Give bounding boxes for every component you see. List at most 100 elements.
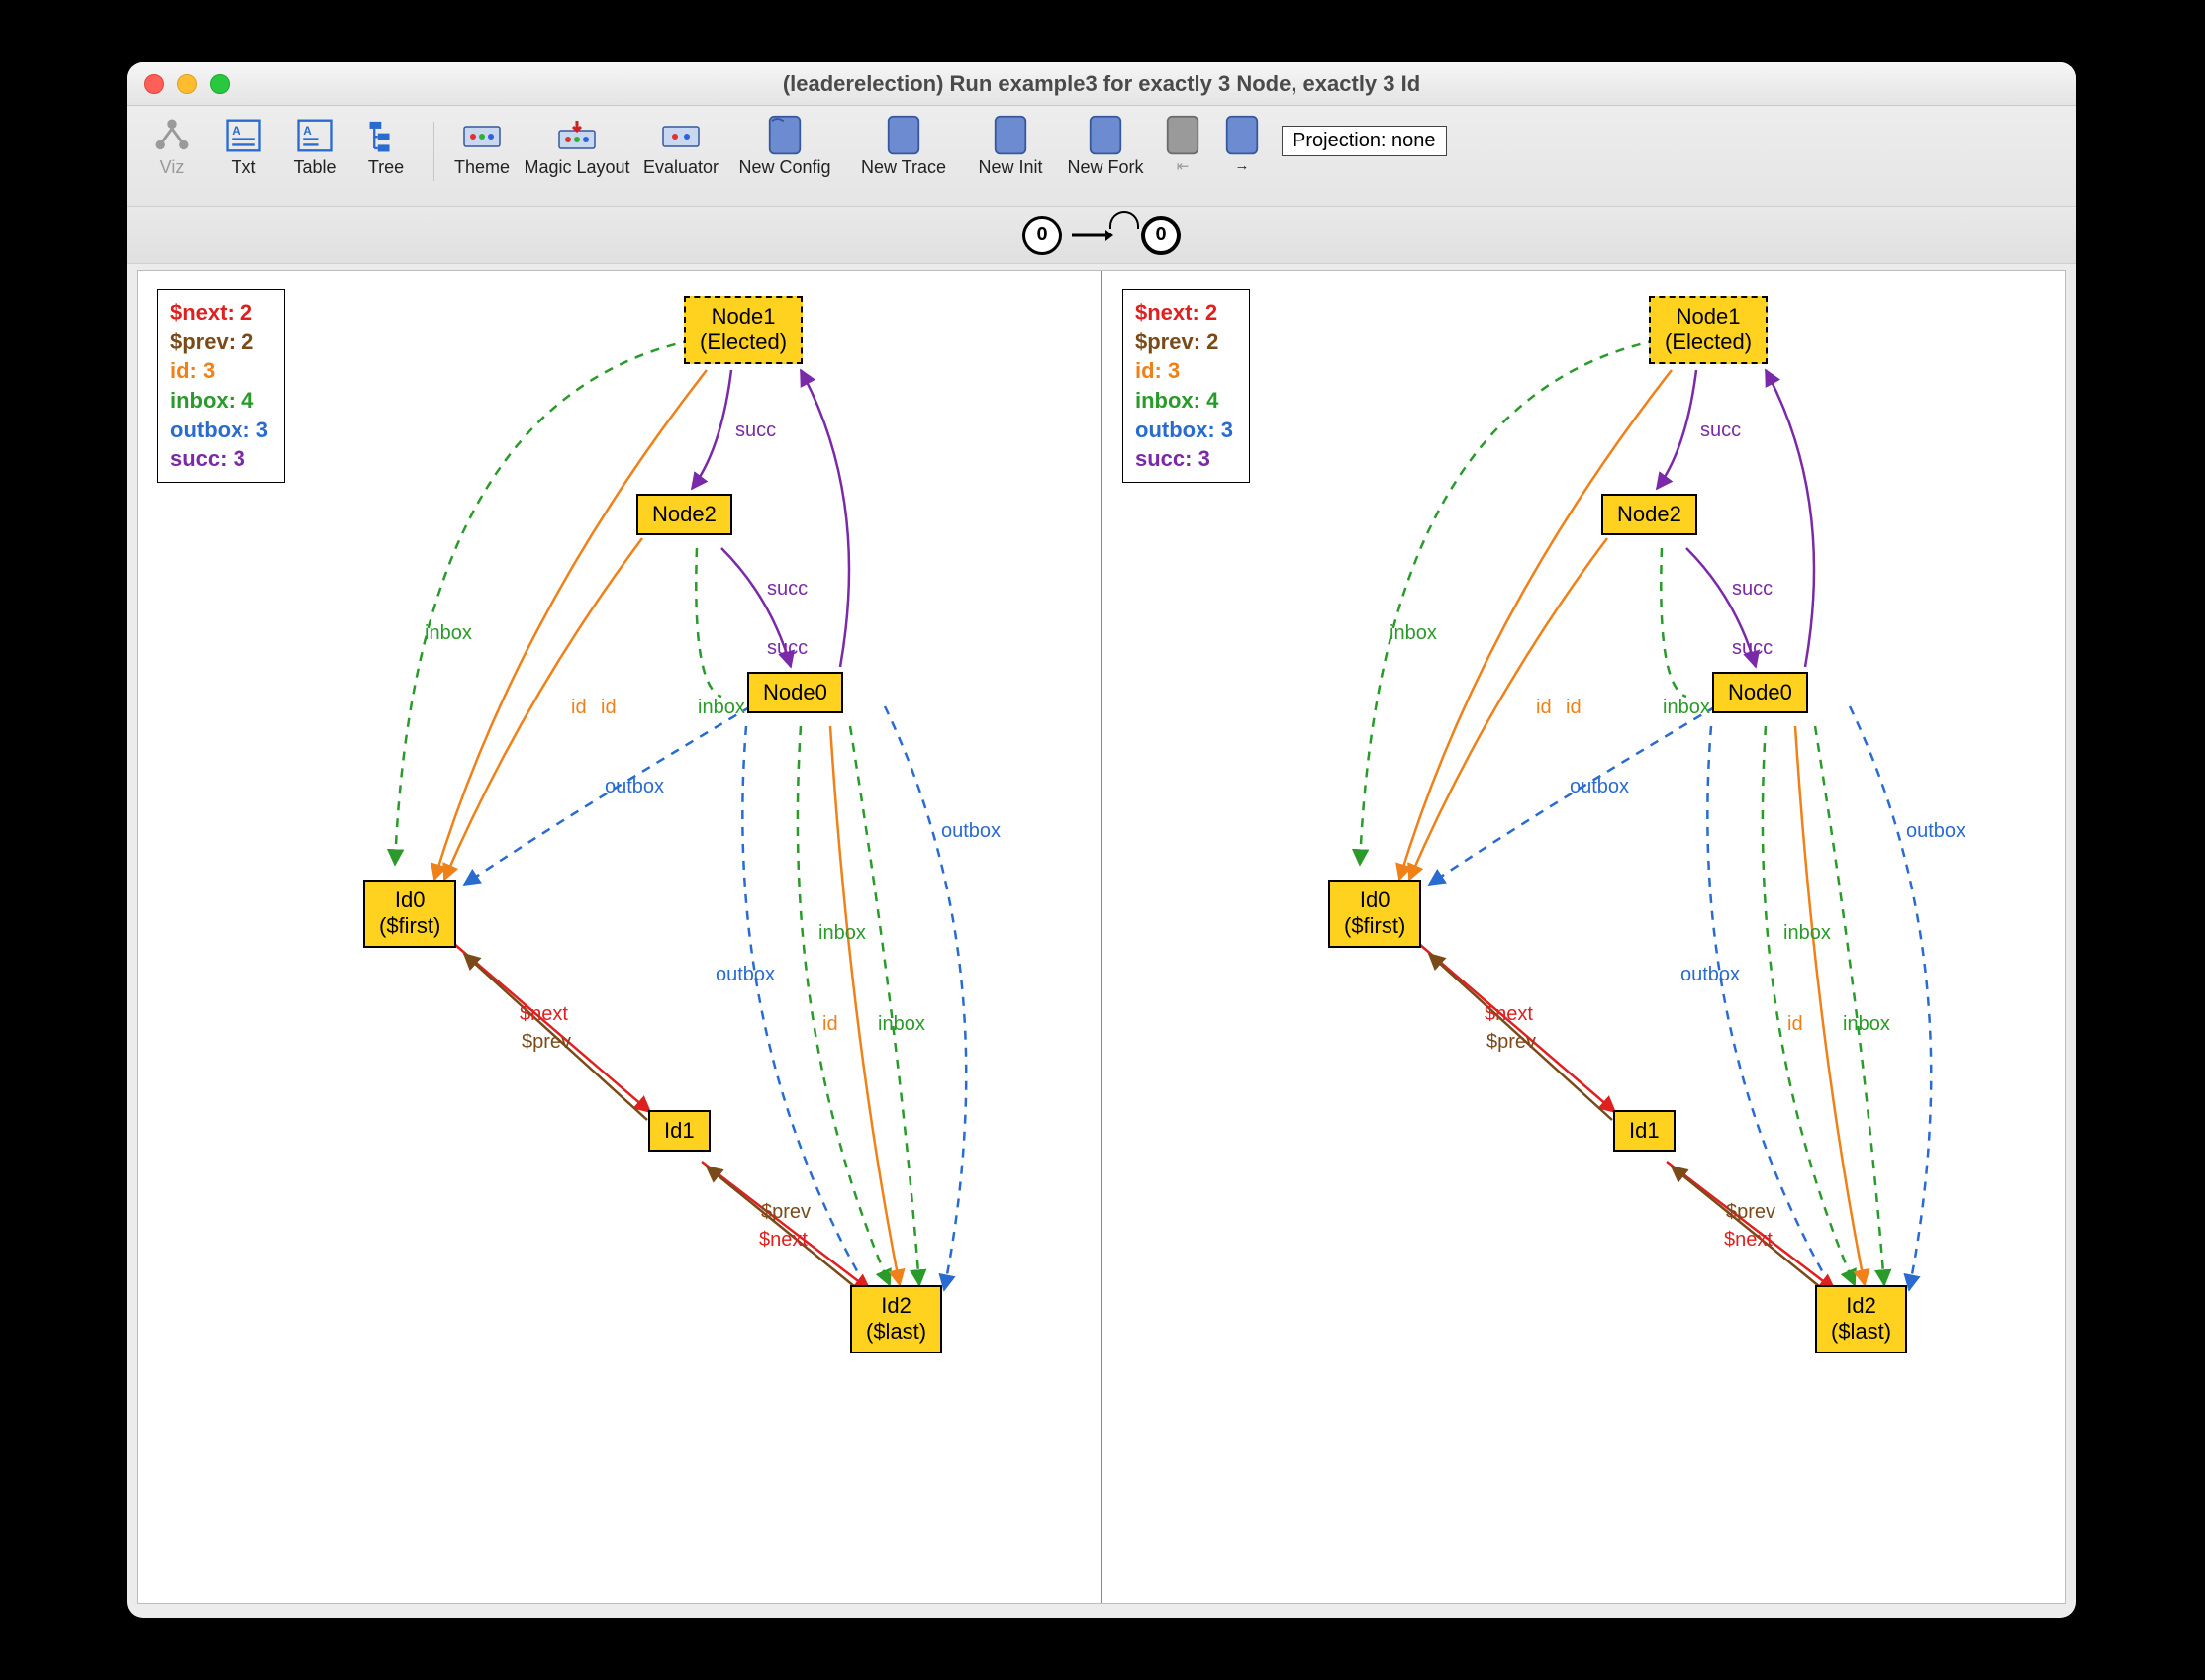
new-init-button[interactable]: New Init [963,112,1058,178]
txt-icon: A [224,116,263,155]
tab-label: New Config [738,157,830,178]
graph-node-id1[interactable]: Id1 [1613,1110,1676,1152]
edge-label: id [571,697,587,719]
graph-node-node0[interactable]: Node0 [747,672,843,713]
edge-label: inbox [1843,1013,1890,1036]
edge-label: inbox [878,1013,925,1036]
legend-next: $next: 2 [1135,298,1233,327]
arrow-icon [1072,228,1113,243]
edge-label: id [1536,697,1552,719]
tab-label: Viz [160,157,185,178]
graph-pane-right[interactable]: $next: 2 $prev: 2 id: 3 inbox: 4 outbox:… [1101,271,2065,1603]
edge-label: id [1566,697,1582,719]
tab-viz[interactable]: Viz [137,112,208,178]
scroll-icon [765,116,805,155]
legend: $next: 2 $prev: 2 id: 3 inbox: 4 outbox:… [1122,289,1250,483]
node-label: Node2 [1617,502,1681,526]
node-label: Node2 [652,502,717,526]
tab-label: Tree [368,157,404,178]
node-label: Node1 [1677,304,1741,328]
window-title: (leaderelection) Run example3 for exactl… [127,71,2076,97]
node-label: Id2 [1846,1293,1876,1318]
legend-inbox: inbox: 4 [170,386,268,416]
node-sublabel: ($first) [379,913,440,938]
tab-label: Theme [454,157,510,178]
tree-icon [366,116,406,155]
legend-outbox: outbox: 3 [170,416,268,445]
edge-label: inbox [425,622,472,645]
loop-icon [1109,211,1139,229]
evaluator-button[interactable]: Evaluator [636,112,725,178]
trace-bar: 0 0 [127,207,2076,264]
tab-table[interactable]: A Table [279,112,350,178]
edge-label: outbox [1680,964,1740,986]
scroll-icon [1086,116,1125,155]
zoom-icon[interactable] [210,74,230,94]
edge-label: outbox [605,776,664,798]
node-label: Id1 [1629,1118,1660,1143]
node-label: Node0 [1728,680,1792,704]
nav-first-button[interactable]: ⇤ [1153,112,1212,178]
graph-node-id2[interactable]: Id2 ($last) [850,1285,942,1353]
edge-label: $prev [761,1201,811,1224]
nav-next-button[interactable]: → [1212,112,1272,178]
edge-label: succ [1732,578,1773,601]
graph-node-node0[interactable]: Node0 [1712,672,1808,713]
graph-node-node2[interactable]: Node2 [1601,494,1697,535]
edge-label: id [1787,1013,1803,1036]
graph-pane-left[interactable]: $next: 2 $prev: 2 id: 3 inbox: 4 outbox:… [138,271,1101,1603]
graph-node-id0[interactable]: Id0 ($first) [363,880,456,948]
magic-layout-icon [557,116,597,155]
node-sublabel: (Elected) [1665,329,1752,354]
tab-label: Magic Layout [524,157,629,178]
graph-node-id1[interactable]: Id1 [648,1110,711,1152]
tab-label: Table [293,157,336,178]
tab-tree[interactable]: Tree [350,112,422,178]
legend-prev: $prev: 2 [1135,327,1233,357]
edge-label: outbox [941,820,1001,843]
state-0[interactable]: 0 [1022,216,1062,255]
edge-label: inbox [1390,622,1437,645]
scroll-icon [884,116,923,155]
edge-label: $prev [1726,1201,1775,1224]
traffic-lights [127,74,230,94]
minimize-icon[interactable] [177,74,197,94]
scroll-icon [991,116,1030,155]
close-icon[interactable] [144,74,164,94]
new-fork-button[interactable]: New Fork [1058,112,1153,178]
tab-label: Evaluator [643,157,719,178]
tab-label: → [1235,157,1250,174]
graph-node-id0[interactable]: Id0 ($first) [1328,880,1421,948]
toolbar-separator [433,122,434,181]
scroll-icon [1222,116,1262,155]
node-sublabel: ($first) [1344,913,1405,938]
titlebar: (leaderelection) Run example3 for exactl… [127,62,2076,106]
edge-label: inbox [1663,697,1710,719]
node-label: Node0 [763,680,827,704]
magic-layout-button[interactable]: Magic Layout [518,112,636,178]
graph-node-id2[interactable]: Id2 ($last) [1815,1285,1907,1353]
graph-node-node1[interactable]: Node1 (Elected) [1649,296,1768,364]
edge-label: inbox [1783,922,1831,945]
node-sublabel: ($last) [1831,1319,1891,1344]
graph-node-node2[interactable]: Node2 [636,494,732,535]
edge-label: id [601,697,617,719]
node-label: Id0 [395,887,426,912]
edge-label: id [822,1013,838,1036]
new-trace-button[interactable]: New Trace [844,112,963,178]
tab-label: New Init [978,157,1042,178]
projection-select[interactable]: Projection: none [1282,126,1447,156]
evaluator-icon [661,116,701,155]
edge-label: succ [767,637,808,660]
node-label: Node1 [712,304,776,328]
tab-txt[interactable]: A Txt [208,112,279,178]
legend-succ: succ: 3 [170,444,268,474]
node-label: Id2 [881,1293,911,1318]
theme-button[interactable]: Theme [446,112,518,178]
node-sublabel: ($last) [866,1319,926,1344]
state-1[interactable]: 0 [1141,216,1181,255]
legend-id: id: 3 [1135,356,1233,386]
graph-node-node1[interactable]: Node1 (Elected) [684,296,803,364]
new-config-button[interactable]: New Config [725,112,844,178]
edge-label: outbox [1570,776,1629,798]
